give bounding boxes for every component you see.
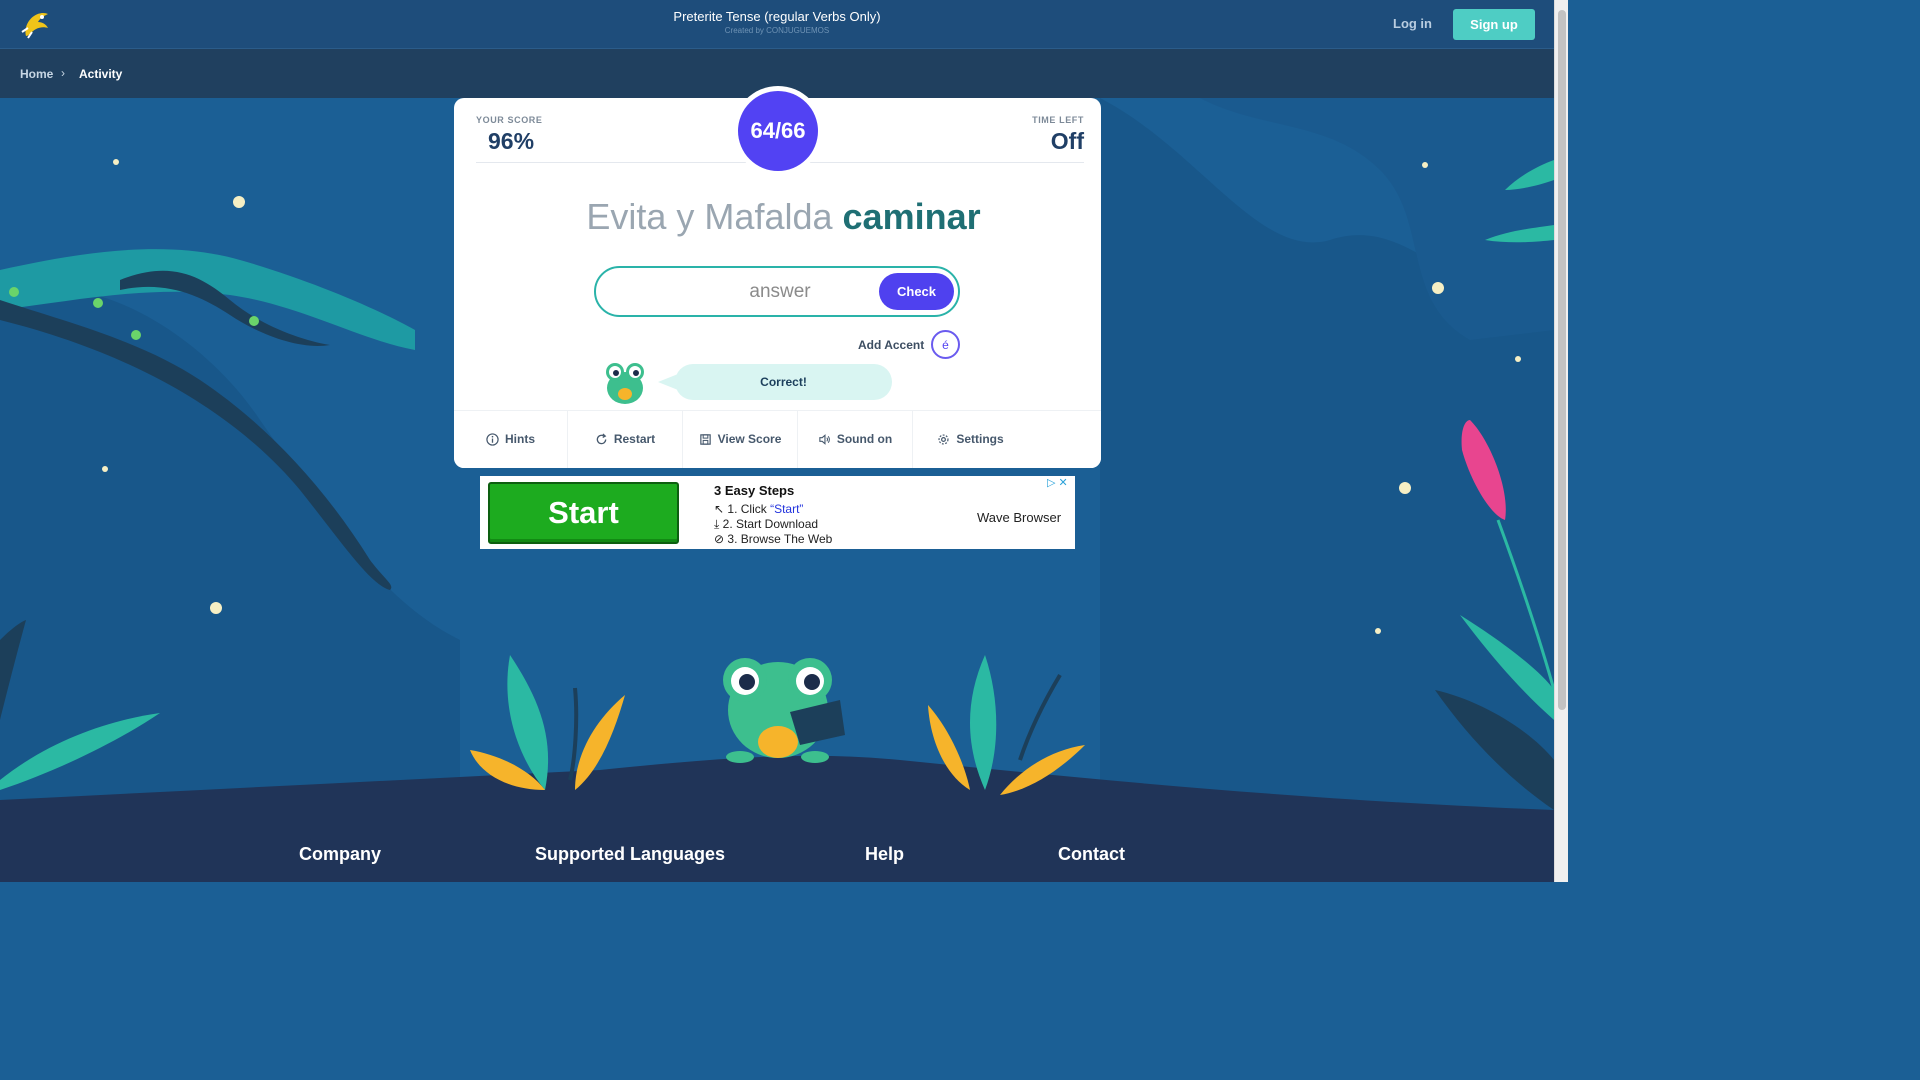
footer-help[interactable]: Help <box>865 844 904 865</box>
hints-label: Hints <box>505 432 535 446</box>
prompt-subject: Evita y Mafalda <box>586 196 833 237</box>
ad-close-icon[interactable]: ▷ ✕ <box>1047 476 1068 489</box>
activity-title-block: Preterite Tense (regular Verbs Only) Cre… <box>577 8 977 37</box>
sound-toggle-button[interactable]: Sound on <box>798 410 912 468</box>
ad-steps-title: 3 Easy Steps <box>714 483 795 498</box>
ad-step-1: ↖ 1. Click “Start” <box>714 502 803 516</box>
settings-label: Settings <box>956 432 1004 446</box>
sound-label: Sound on <box>836 432 893 446</box>
add-accent-label: Add Accent <box>858 338 925 352</box>
restart-button[interactable]: Restart <box>568 410 682 468</box>
feedback-bubble: Correct! <box>675 364 892 400</box>
ad-brand: Wave Browser <box>977 510 1062 525</box>
info-icon <box>486 432 499 446</box>
check-button[interactable]: Check <box>879 273 954 310</box>
time-left-label: TIME LEFT <box>1032 115 1084 125</box>
chevron-right-icon: › <box>61 66 65 80</box>
download-icon: ⤓ <box>714 517 720 531</box>
ad-step-1-prefix: 1. Click <box>727 502 771 516</box>
score-value: 96% <box>488 128 535 154</box>
breadcrumb-home-link[interactable]: Home <box>20 67 53 81</box>
view-score-button[interactable]: View Score <box>683 410 797 468</box>
scrollbar-thumb[interactable] <box>1558 10 1566 710</box>
restart-icon <box>596 432 607 444</box>
speaker-icon <box>819 433 830 445</box>
frog-mascot-icon <box>606 363 644 404</box>
ad-step-2-text: 2. Start Download <box>722 517 819 531</box>
page-scrollbar[interactable] <box>1554 0 1568 882</box>
breadcrumb-current: Activity <box>79 67 123 81</box>
check-circle-icon: ⊘ <box>714 532 725 546</box>
activity-title: Preterite Tense (regular Verbs Only) <box>673 9 881 24</box>
restart-label: Restart <box>613 432 656 446</box>
answer-placeholder[interactable]: answer <box>690 281 870 303</box>
conjuguemos-logo-icon[interactable] <box>18 8 52 40</box>
time-left-value: Off <box>1050 128 1084 154</box>
ad-step-3: ⊘ 3. Browse The Web <box>714 532 832 546</box>
footer-contact[interactable]: Contact <box>1058 844 1125 865</box>
ad-step-2: ⤓ 2. Start Download <box>714 517 818 532</box>
cursor-icon: ↖ <box>714 502 725 516</box>
footer-company[interactable]: Company <box>299 844 381 865</box>
accent-e-button[interactable]: é <box>931 330 960 359</box>
signup-button[interactable]: Sign up <box>1453 9 1535 40</box>
prompt-verb: caminar <box>842 196 981 237</box>
ad-step-3-text: 3. Browse The Web <box>727 532 833 546</box>
ad-step-1-link: “Start” <box>770 502 804 516</box>
settings-button[interactable]: Settings <box>913 410 1028 468</box>
save-icon <box>699 433 711 445</box>
progress-counter: 64/66 <box>738 91 818 171</box>
footer-supported-languages[interactable]: Supported Languages <box>535 844 725 865</box>
activity-creator: Created by CONJUGUEMOS <box>724 26 830 35</box>
ad-start-button[interactable]: Start <box>488 482 679 544</box>
score-label: YOUR SCORE <box>476 115 543 125</box>
login-link[interactable]: Log in <box>1393 16 1432 31</box>
question-prompt: Evita y Mafalda caminar <box>454 196 1113 238</box>
gear-icon <box>938 433 949 445</box>
hints-button[interactable]: Hints <box>454 410 567 468</box>
view-score-label: View Score <box>717 432 782 446</box>
